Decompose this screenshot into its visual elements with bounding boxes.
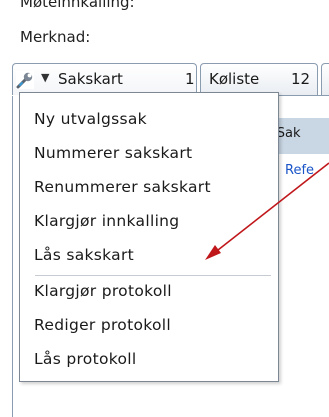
annotation-arrow <box>205 162 329 260</box>
